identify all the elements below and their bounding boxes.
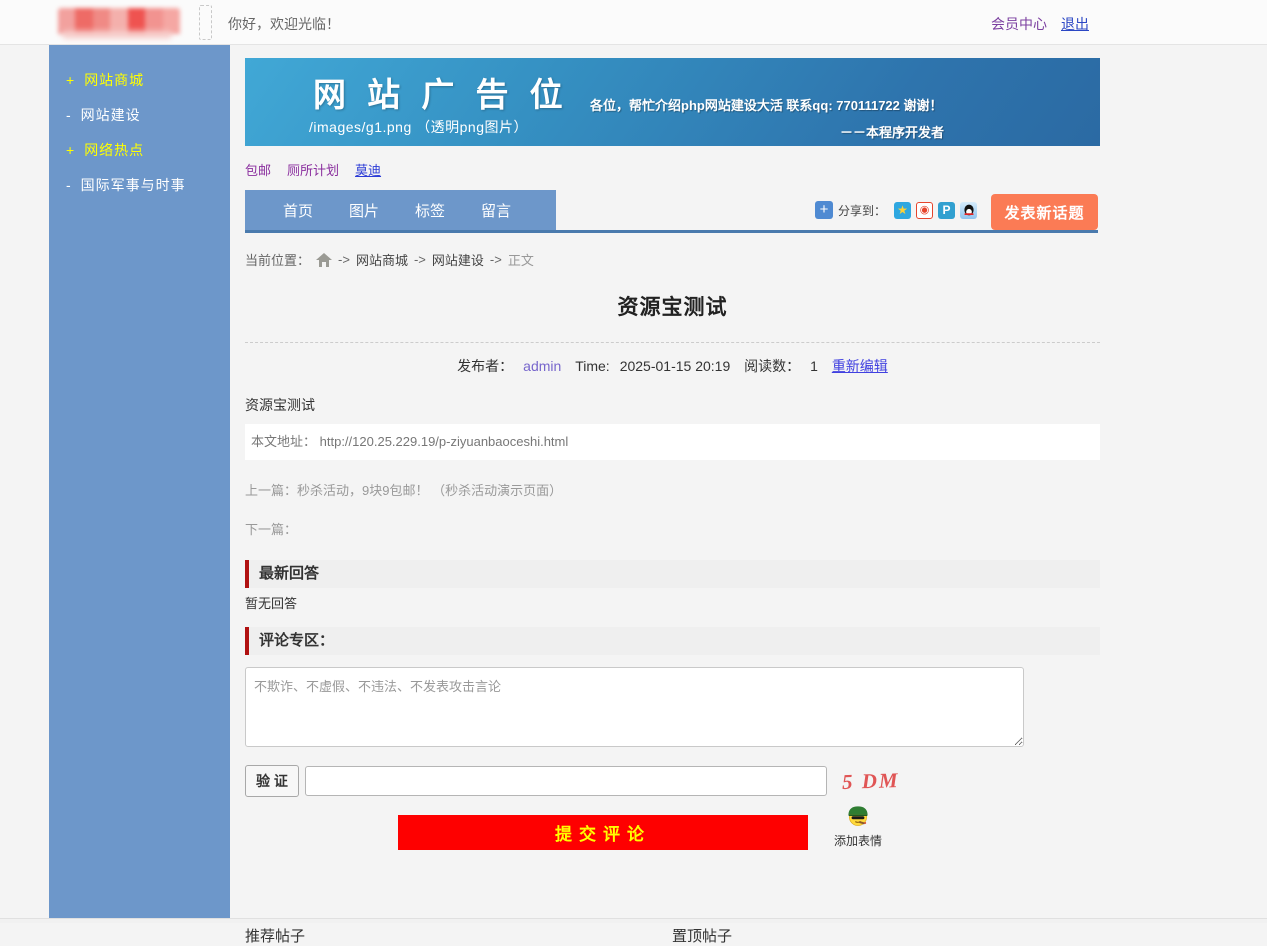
tag-link[interactable]: 厕所计划 bbox=[287, 160, 339, 179]
sidebar-item-label: 网站建设 bbox=[81, 107, 141, 123]
qzone-share-icon[interactable] bbox=[894, 202, 911, 219]
publisher-label: 发布者： bbox=[457, 358, 513, 374]
logo-smear bbox=[62, 30, 172, 39]
sidebar-item-shop[interactable]: + 网站商城 bbox=[49, 63, 230, 98]
tag-link[interactable]: 包邮 bbox=[245, 160, 271, 179]
sidebar-item-hotspots[interactable]: + 网络热点 bbox=[49, 133, 230, 168]
captcha-row: 验 证 5 DM bbox=[245, 765, 1100, 797]
tab-tags[interactable]: 标签 bbox=[415, 200, 445, 221]
nav-tabs-bar: 首页 图片 标签 留言 bbox=[245, 190, 556, 230]
publisher-link[interactable]: admin bbox=[523, 358, 561, 374]
no-answers-text: 暂无回答 bbox=[245, 593, 1100, 612]
share-bar: 分享到： bbox=[815, 199, 977, 221]
dashed-placeholder-box bbox=[199, 5, 212, 40]
breadcrumb-link-shop[interactable]: 网站商城 bbox=[356, 250, 408, 269]
home-icon[interactable] bbox=[316, 253, 332, 267]
pengyou-share-icon[interactable] bbox=[938, 202, 955, 219]
sidebar-item-military[interactable]: -国际军事与时事 bbox=[49, 168, 230, 203]
banner-contact-line: 各位，帮忙介绍php网站建设大活 联系qq: 770111722 谢谢！ bbox=[590, 95, 943, 114]
weibo-share-icon[interactable] bbox=[916, 202, 933, 219]
time-value: 2025-01-15 20:19 bbox=[620, 358, 731, 374]
time-label: Time: bbox=[575, 358, 609, 374]
prev-post-row: 上一篇：秒杀活动，9块9包邮！ （秒杀活动演示页面） bbox=[245, 480, 1100, 499]
article-meta: 发布者： admin Time: 2025-01-15 20:19 阅读数： 1 重新… bbox=[245, 356, 1100, 376]
article-title: 资源宝测试 bbox=[245, 291, 1100, 321]
main-content: 网 站 广 告 位 /images/g1.png （透明png图片） 各位，帮忙… bbox=[245, 44, 1100, 946]
bottom-sections-row: 推荐帖子 置顶帖子 bbox=[245, 925, 1100, 946]
logout-link[interactable]: 退出 bbox=[1061, 14, 1089, 34]
pinned-posts-header: 置顶帖子 bbox=[672, 925, 1099, 946]
horizontal-scrollbar[interactable] bbox=[0, 918, 1267, 923]
share-label: 分享到： bbox=[838, 202, 886, 219]
captcha-label-button[interactable]: 验 证 bbox=[245, 765, 299, 797]
banner-title: 网 站 广 告 位 bbox=[313, 68, 569, 116]
views-label: 阅读数： bbox=[744, 358, 800, 374]
breadcrumb-link-webdev[interactable]: 网站建设 bbox=[432, 250, 484, 269]
comment-section-header: 评论专区： bbox=[245, 627, 1100, 655]
breadcrumb-arrow: -> bbox=[490, 252, 502, 267]
welcome-greeting: 你好，欢迎光临！ bbox=[228, 14, 340, 34]
sidebar-item-webdev[interactable]: -网站建设 bbox=[49, 98, 230, 133]
qq-share-icon[interactable] bbox=[960, 202, 977, 219]
captcha-input[interactable] bbox=[305, 766, 827, 796]
views-value: 1 bbox=[810, 358, 818, 374]
sidebar-item-label: 网站商城 bbox=[84, 72, 144, 88]
dashed-divider bbox=[245, 342, 1100, 343]
captcha-image-text[interactable]: 5 DM bbox=[841, 768, 899, 795]
add-emotion-control[interactable]: 添加表情 bbox=[830, 805, 886, 849]
recommended-posts-header: 推荐帖子 bbox=[245, 925, 672, 946]
comment-textarea[interactable] bbox=[245, 667, 1024, 747]
banner-signature-line: －－本程序开发者 bbox=[840, 122, 944, 141]
new-topic-button[interactable]: 发表新话题 bbox=[991, 194, 1098, 230]
ad-banner[interactable]: 网 站 广 告 位 /images/g1.png （透明png图片） 各位，帮忙… bbox=[245, 58, 1100, 146]
breadcrumb-arrow: -> bbox=[414, 252, 426, 267]
qq-penguin-icon bbox=[963, 204, 975, 217]
expand-plus-icon: + bbox=[66, 142, 75, 158]
submit-comment-button[interactable]: 提交评论 bbox=[398, 815, 808, 850]
top-bar: 你好，欢迎光临！ 会员中心 退出 bbox=[0, 0, 1267, 45]
expand-plus-icon: + bbox=[66, 72, 75, 88]
sidebar-item-label: 网络热点 bbox=[84, 142, 144, 158]
submit-row: 提交评论 添加表情 bbox=[245, 809, 1100, 861]
smiley-helmet-emoji-icon bbox=[847, 805, 869, 827]
tab-images[interactable]: 图片 bbox=[349, 200, 379, 221]
nav-underline bbox=[245, 230, 1098, 233]
member-center-link[interactable]: 会员中心 bbox=[991, 14, 1047, 34]
tag-link[interactable]: 莫迪 bbox=[355, 160, 381, 179]
prev-post-link[interactable]: 秒杀活动，9块9包邮！ （秒杀活动演示页面） bbox=[297, 483, 562, 498]
breadcrumb-arrow: -> bbox=[338, 252, 350, 267]
article-body: 资源宝测试 bbox=[245, 395, 1100, 415]
breadcrumb: 当前位置： -> 网站商城 -> 网站建设 -> 正文 bbox=[245, 250, 1100, 269]
re-edit-link[interactable]: 重新编辑 bbox=[832, 358, 888, 374]
banner-subtitle: /images/g1.png （透明png图片） bbox=[309, 117, 528, 137]
tab-messages[interactable]: 留言 bbox=[481, 200, 511, 221]
nav-row: 首页 图片 标签 留言 分享到： 发表新话题 bbox=[245, 190, 1100, 233]
article-url-box: 本文地址： http://120.25.229.19/p-ziyuanbaoce… bbox=[245, 424, 1100, 460]
latest-answers-header: 最新回答 bbox=[245, 560, 1100, 588]
collapse-minus-icon: - bbox=[66, 177, 72, 193]
next-post-row: 下一篇： bbox=[245, 519, 1100, 538]
sidebar: +网站商城 -网站建设 +网络热点 -国际军事与时事 bbox=[49, 45, 230, 923]
tab-home[interactable]: 首页 bbox=[283, 200, 313, 221]
url-value: http://120.25.229.19/p-ziyuanbaoceshi.ht… bbox=[320, 434, 569, 449]
prev-label: 上一篇： bbox=[245, 483, 297, 498]
breadcrumb-current: 正文 bbox=[508, 250, 534, 269]
next-label: 下一篇： bbox=[245, 522, 297, 537]
collapse-minus-icon: - bbox=[66, 107, 72, 123]
url-label: 本文地址： bbox=[251, 434, 316, 449]
tag-links-row: 包邮 厕所计划 莫迪 bbox=[245, 158, 1100, 180]
sidebar-item-label: 国际军事与时事 bbox=[81, 177, 186, 193]
breadcrumb-label: 当前位置： bbox=[245, 250, 310, 269]
add-emotion-label: 添加表情 bbox=[830, 832, 886, 849]
share-plus-icon[interactable] bbox=[815, 201, 833, 219]
